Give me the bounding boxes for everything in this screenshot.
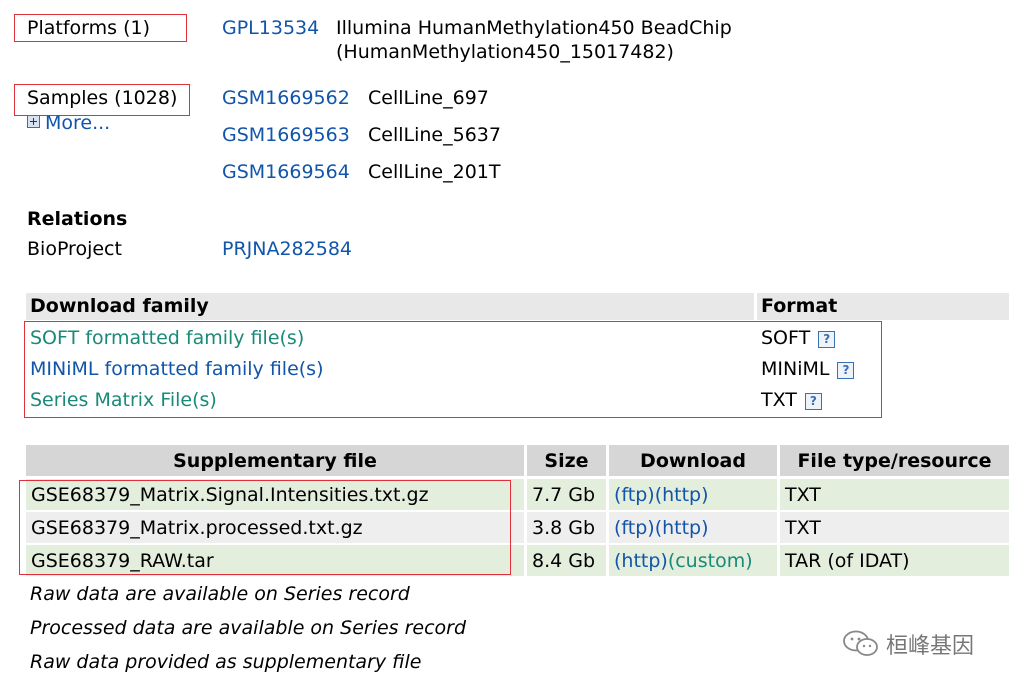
ftp-link[interactable]: (ftp) [614, 484, 655, 506]
supp-header-type: File type/resource [780, 445, 1009, 476]
watermark: 桓峰基因 [842, 628, 974, 660]
sample-link-gsm1669563[interactable]: GSM1669563 [222, 124, 350, 146]
bioproject-label: BioProject [27, 238, 122, 260]
format-header: Format [757, 293, 1009, 320]
sample-link-gsm1669564[interactable]: GSM1669564 [222, 161, 350, 183]
wechat-icon [843, 630, 878, 656]
more-link[interactable]: More... [45, 112, 110, 134]
supp-file-size: 3.8 Gb [527, 512, 606, 543]
supp-file-size: 8.4 Gb [527, 545, 606, 576]
supp-file-size: 7.7 Gb [527, 479, 606, 510]
http-link[interactable]: (http) [655, 484, 709, 506]
supp-file-type: TXT [780, 479, 1009, 510]
supp-file-type: TXT [780, 512, 1009, 543]
platform-desc-line2: (HumanMethylation450_15017482) [336, 41, 674, 63]
note-raw-available: Raw data are available on Series record [30, 583, 410, 605]
supp-download-links: (ftp) (http) [609, 479, 777, 510]
watermark-text: 桓峰基因 [886, 634, 975, 659]
sample-link-gsm1669562[interactable]: GSM1669562 [222, 87, 350, 109]
supp-download-links: (ftp) (http) [609, 512, 777, 543]
platform-desc-line1: Illumina HumanMethylation450 BeadChip [336, 17, 732, 39]
supp-file-type: TAR (of IDAT) [780, 545, 1009, 576]
supp-header-download: Download [609, 445, 777, 476]
expand-plus-icon [27, 115, 40, 128]
supp-header-size: Size [527, 445, 606, 476]
ftp-link[interactable]: (ftp) [614, 517, 655, 539]
highlight-box-download-family [24, 321, 882, 418]
relations-title: Relations [27, 208, 128, 230]
note-processed-available: Processed data are available on Series r… [30, 617, 467, 639]
samples-more-toggle[interactable]: More... [27, 112, 110, 134]
platform-link-gpl13534[interactable]: GPL13534 [222, 17, 319, 39]
highlight-box-supplementary [19, 480, 511, 575]
download-family-header: Download family [26, 293, 754, 320]
supp-header-file: Supplementary file [26, 445, 524, 476]
sample-name: CellLine_201T [368, 161, 501, 183]
http-link[interactable]: (http) [614, 550, 668, 572]
custom-link[interactable]: (custom) [668, 550, 753, 572]
http-link[interactable]: (http) [655, 517, 709, 539]
bioproject-link[interactable]: PRJNA282584 [222, 238, 352, 260]
sample-name: CellLine_697 [368, 87, 489, 109]
sample-name: CellLine_5637 [368, 124, 501, 146]
supp-download-links: (http) (custom) [609, 545, 777, 576]
highlight-box-platforms [14, 14, 187, 42]
note-raw-supplementary: Raw data provided as supplementary file [30, 651, 422, 673]
